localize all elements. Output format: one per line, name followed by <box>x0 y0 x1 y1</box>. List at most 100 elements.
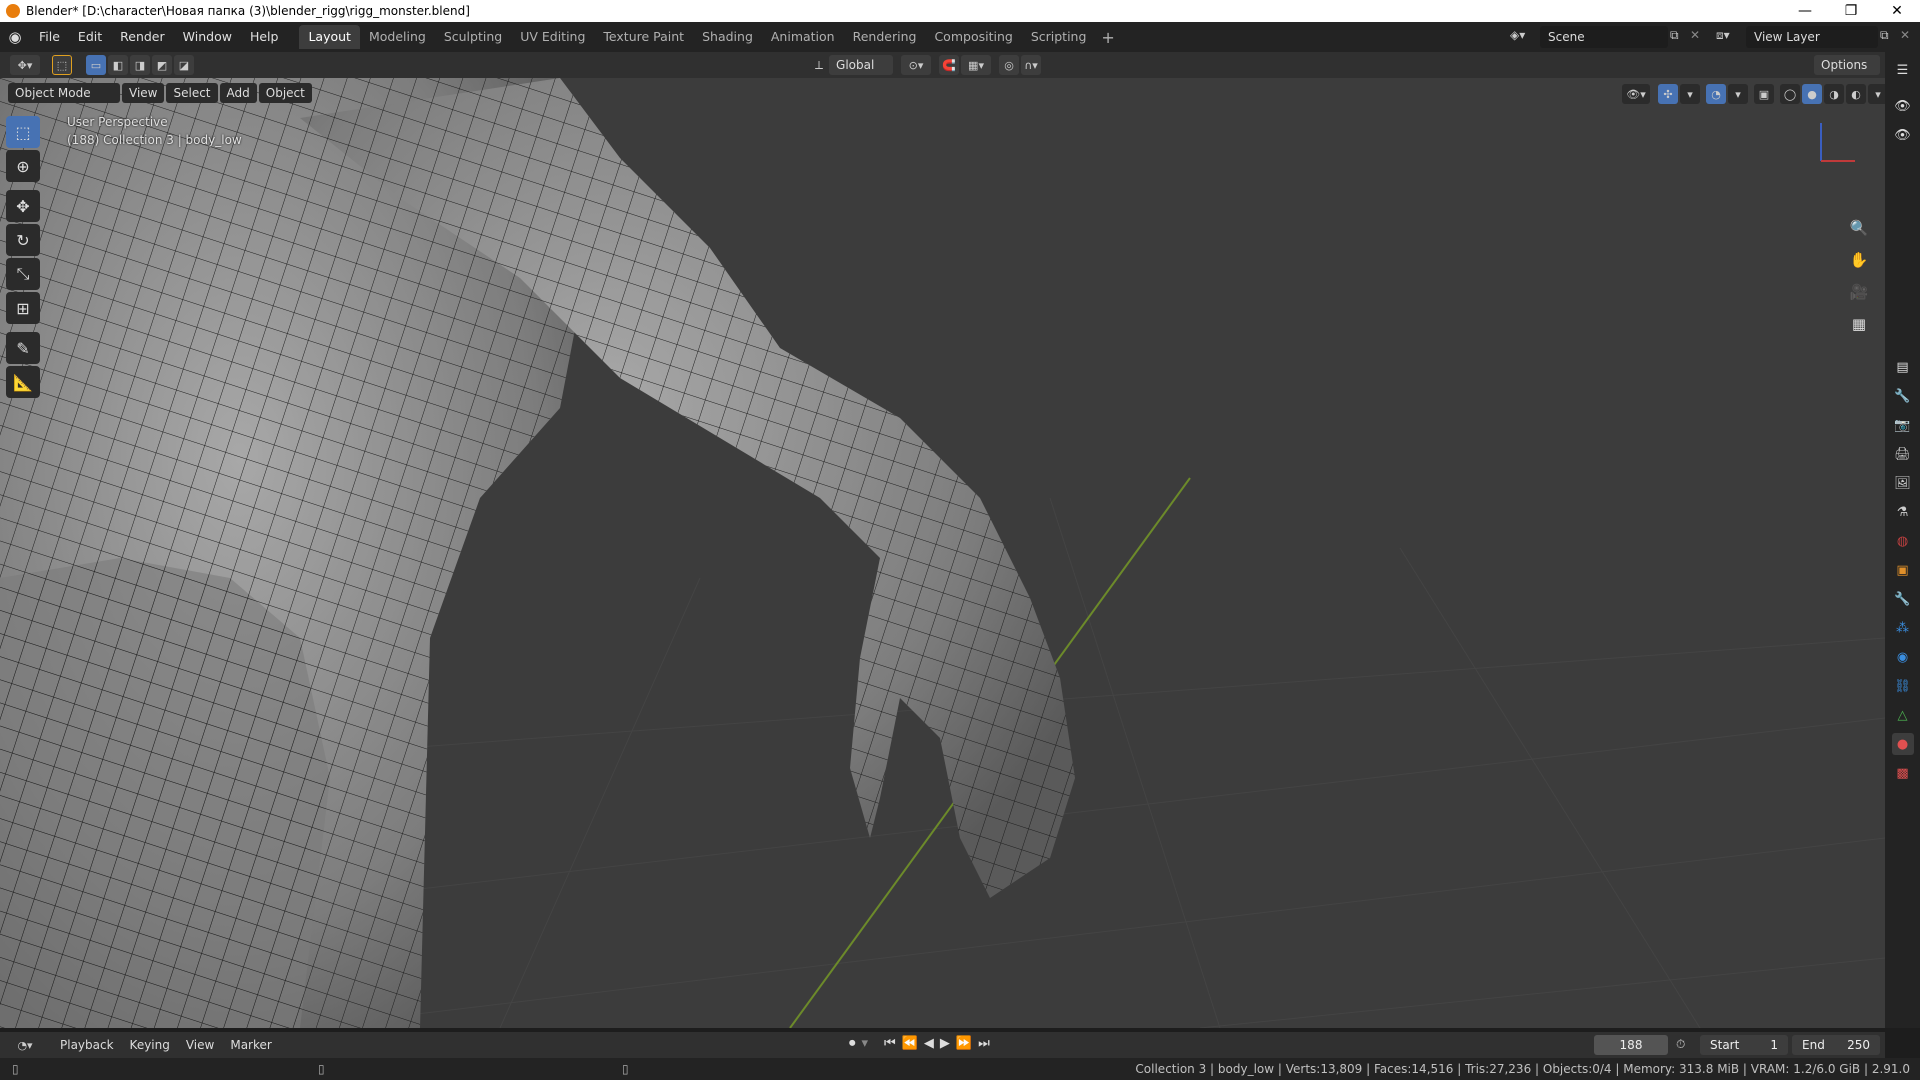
hide-render-icon[interactable]: 👁 <box>1892 124 1914 146</box>
mode-subtract-icon[interactable]: ◨ <box>130 55 150 75</box>
transform-orientation-dropdown[interactable]: Global <box>829 55 894 75</box>
zoom-view-icon[interactable]: 🔍 <box>1845 214 1873 242</box>
timeline-menu-playback[interactable]: Playback <box>52 1038 122 1052</box>
editor-type-icon[interactable]: ✥▾ <box>10 55 40 75</box>
annotate-tool-icon[interactable]: ✎ <box>6 332 40 364</box>
physics-properties-icon[interactable]: ◉ <box>1892 646 1914 668</box>
play-reverse-icon[interactable]: ◀ <box>921 1036 937 1051</box>
mode-intersect-icon[interactable]: ◪ <box>174 55 194 75</box>
add-workspace-icon[interactable]: + <box>1095 28 1120 47</box>
viewport-menu-select[interactable]: Select <box>166 83 218 103</box>
options-dropdown[interactable]: Options <box>1814 55 1880 75</box>
tool-properties-icon[interactable]: 🔧 <box>1892 385 1914 407</box>
render-properties-icon[interactable]: 📷 <box>1892 414 1914 436</box>
new-view-layer-icon[interactable]: ⧉ <box>1880 28 1889 43</box>
viewport-menu-object[interactable]: Object <box>258 83 312 103</box>
timeline-menu-view[interactable]: View <box>178 1038 222 1052</box>
view-layer-icon[interactable]: ⧈▾ <box>1716 28 1730 43</box>
close-button[interactable]: ✕ <box>1874 3 1920 19</box>
properties-editor-icon[interactable]: ▤ <box>1892 356 1914 378</box>
3d-viewport[interactable]: Object Mode View Select Add Object 👁▾ ✣ … <box>0 78 1885 1028</box>
snap-toggle-icon[interactable]: 🧲 <box>939 55 960 75</box>
output-properties-icon[interactable]: 🖨 <box>1892 443 1914 465</box>
remove-view-layer-icon[interactable]: ✕ <box>1900 28 1910 42</box>
menu-help[interactable]: Help <box>241 22 288 52</box>
maximize-button[interactable]: ❐ <box>1828 3 1874 19</box>
tab-rendering[interactable]: Rendering <box>844 25 926 49</box>
tab-layout[interactable]: Layout <box>299 25 360 49</box>
material-properties-icon[interactable]: ● <box>1891 733 1914 755</box>
mode-extend-icon[interactable]: ◧ <box>108 55 128 75</box>
mode-difference-icon[interactable]: ◩ <box>152 55 172 75</box>
gizmo-toggle-icon[interactable]: ✣ <box>1658 84 1678 104</box>
viewport-menu-add[interactable]: Add <box>219 83 257 103</box>
rotate-tool-icon[interactable]: ↻ <box>6 224 40 256</box>
modifier-properties-icon[interactable]: 🔧 <box>1892 588 1914 610</box>
timeline-menu-keying[interactable]: Keying <box>122 1038 178 1052</box>
xray-icon[interactable]: ▣ <box>1754 84 1774 104</box>
particles-properties-icon[interactable]: ⁂ <box>1892 617 1914 639</box>
outliner-icon[interactable]: ☰ <box>1892 59 1914 81</box>
move-tool-icon[interactable]: ✥ <box>6 190 40 222</box>
solid-shading-icon[interactable]: ● <box>1802 84 1822 104</box>
select-tool-icon[interactable]: ⬚ <box>6 116 40 148</box>
overlay-toggle-icon[interactable]: ◔ <box>1706 84 1726 104</box>
viewport-menu-view[interactable]: View <box>122 83 165 103</box>
tab-sculpting[interactable]: Sculpting <box>435 25 511 49</box>
end-frame-field[interactable]: End 250 <box>1792 1035 1880 1055</box>
pivot-point-icon[interactable]: ⊙▾ <box>901 55 932 75</box>
tab-texture-paint[interactable]: Texture Paint <box>594 25 693 49</box>
scale-tool-icon[interactable]: ⤡ <box>6 258 40 290</box>
scene-selector-icon[interactable]: ◈▾ <box>1510 28 1525 42</box>
shading-dropdown-icon[interactable]: ▾ <box>1868 84 1885 104</box>
view-layer-properties-icon[interactable]: 🖼 <box>1892 472 1914 494</box>
transform-tool-icon[interactable]: ⊞ <box>6 292 40 324</box>
timeline-editor-type-icon[interactable]: ◔▾ <box>10 1035 40 1055</box>
auto-keying-icon[interactable]: ⏺ <box>846 1036 859 1051</box>
measure-tool-icon[interactable]: 📐 <box>6 366 40 398</box>
cursor-tool-icon[interactable]: ⊕ <box>6 150 40 182</box>
minimize-button[interactable]: — <box>1782 3 1828 19</box>
next-keyframe-icon[interactable]: ⏩ <box>953 1036 975 1051</box>
falloff-icon[interactable]: ∩▾ <box>1021 55 1042 75</box>
prev-keyframe-icon[interactable]: ⏪ <box>899 1036 921 1051</box>
gizmo-dropdown-icon[interactable]: ▾ <box>1680 84 1700 104</box>
texture-properties-icon[interactable]: ▩ <box>1892 762 1914 784</box>
tab-shading[interactable]: Shading <box>693 25 762 49</box>
preview-range-icon[interactable]: ⏱ <box>1676 1037 1685 1052</box>
visibility-icon[interactable]: 👁▾ <box>1622 84 1650 104</box>
start-frame-field[interactable]: Start 1 <box>1700 1035 1788 1055</box>
tab-uv-editing[interactable]: UV Editing <box>511 25 594 49</box>
constraints-properties-icon[interactable]: ⛓ <box>1892 675 1914 697</box>
tab-modeling[interactable]: Modeling <box>360 25 435 49</box>
rendered-shading-icon[interactable]: ◐ <box>1846 84 1866 104</box>
camera-view-icon[interactable]: 🎥 <box>1845 278 1873 306</box>
tab-animation[interactable]: Animation <box>762 25 844 49</box>
scene-properties-icon[interactable]: ⚗ <box>1892 501 1914 523</box>
blender-menu-icon[interactable]: ◉ <box>0 28 30 46</box>
hide-viewport-icon[interactable]: 👁 <box>1892 95 1914 117</box>
jump-start-icon[interactable]: ⏮ <box>881 1036 899 1051</box>
menu-render[interactable]: Render <box>111 22 174 52</box>
object-properties-icon[interactable]: ▣ <box>1892 559 1914 581</box>
object-mode-dropdown[interactable]: Object Mode <box>8 83 120 103</box>
proportional-edit-icon[interactable]: ◎ <box>999 55 1020 75</box>
overlay-dropdown-icon[interactable]: ▾ <box>1728 84 1748 104</box>
select-box-tool-icon[interactable]: ⬚ <box>52 55 72 75</box>
jump-end-icon[interactable]: ⏭ <box>975 1036 993 1051</box>
data-properties-icon[interactable]: △ <box>1892 704 1914 726</box>
menu-edit[interactable]: Edit <box>69 22 111 52</box>
menu-window[interactable]: Window <box>174 22 241 52</box>
wireframe-shading-icon[interactable]: ◯ <box>1780 84 1800 104</box>
world-properties-icon[interactable]: ◍ <box>1892 530 1914 552</box>
ortho-toggle-icon[interactable]: ▦ <box>1845 310 1873 338</box>
current-frame-field[interactable]: 188 <box>1594 1035 1668 1055</box>
new-scene-icon[interactable]: ⧉ <box>1670 28 1679 43</box>
pan-view-icon[interactable]: ✋ <box>1845 246 1873 274</box>
mode-new-icon[interactable]: ▭ <box>86 55 106 75</box>
scene-field[interactable]: Scene <box>1540 26 1668 48</box>
remove-scene-icon[interactable]: ✕ <box>1690 28 1700 42</box>
play-icon[interactable]: ▶ <box>937 1036 953 1051</box>
keying-set-dropdown-icon[interactable]: ▾ <box>859 1036 872 1051</box>
snap-target-icon[interactable]: ▦▾ <box>961 55 992 75</box>
